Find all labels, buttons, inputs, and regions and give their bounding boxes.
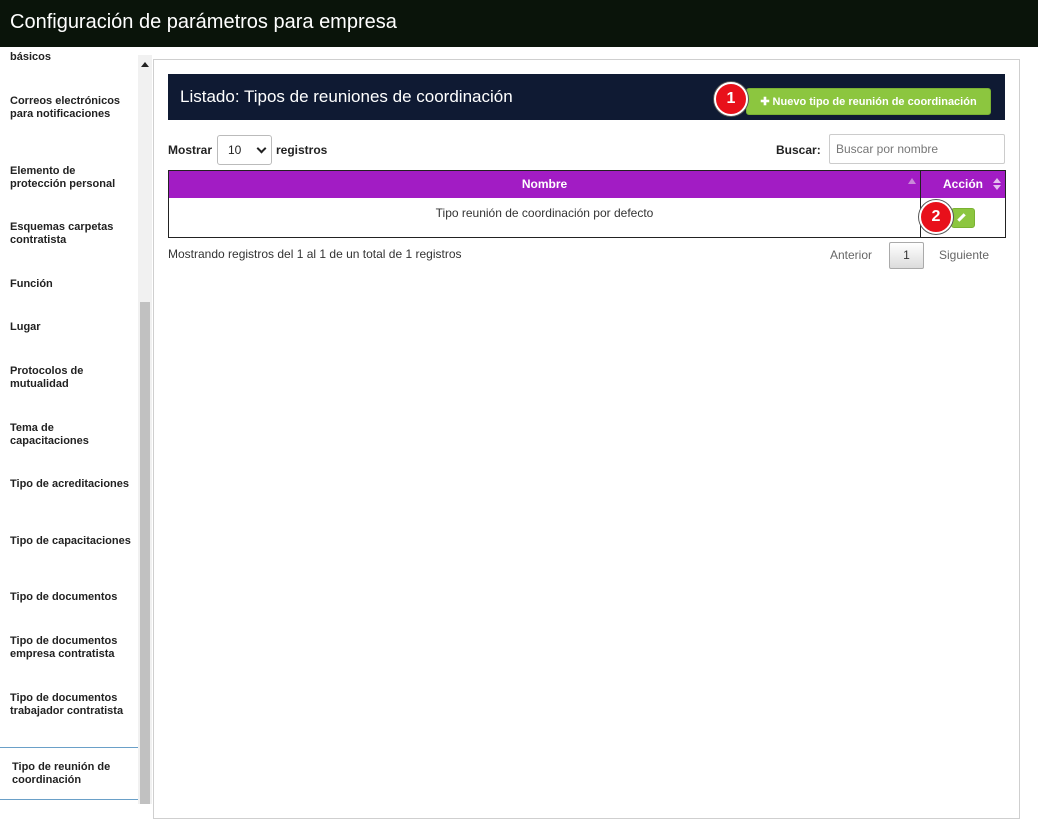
sidebar-item-tipo-reunion[interactable]: Tipo de reunión de coordinación bbox=[0, 747, 138, 800]
plus-icon: ✚ bbox=[760, 96, 770, 108]
table-row: Tipo reunión de coordinación por defecto bbox=[169, 198, 1005, 237]
page-1-button[interactable]: 1 bbox=[889, 242, 924, 269]
search-input[interactable] bbox=[829, 134, 1005, 164]
next-page-button[interactable]: Siguiente bbox=[939, 248, 989, 262]
column-header-label: Acción bbox=[943, 177, 984, 191]
sidebar-item-tipo-capacitaciones[interactable]: Tipo de capacitaciones bbox=[10, 535, 132, 548]
window-title: Configuración de parámetros para empresa bbox=[10, 11, 397, 33]
sidebar-item-esquemas[interactable]: Esquemas carpetas contratista bbox=[10, 221, 132, 247]
annotation-badge-1: 1 bbox=[714, 82, 748, 116]
pagination-info: Mostrando registros del 1 al 1 de un tot… bbox=[168, 247, 462, 261]
sort-asc-icon bbox=[908, 178, 916, 184]
sidebar-item-tipo-acreditaciones[interactable]: Tipo de acreditaciones bbox=[10, 478, 132, 491]
search-label: Buscar: bbox=[776, 143, 821, 157]
edit-button[interactable] bbox=[951, 208, 975, 228]
sidebar-item-epp[interactable]: Elemento de protección personal bbox=[10, 165, 132, 191]
sidebar-item-basicos[interactable]: básicos bbox=[10, 51, 132, 64]
pencil-icon bbox=[957, 213, 966, 222]
page-size-value: 10 bbox=[228, 143, 242, 157]
sidebar-scrollbar[interactable] bbox=[138, 55, 152, 804]
data-table: Nombre Acción Tipo reunión de coordinaci… bbox=[168, 170, 1006, 238]
column-header-accion[interactable]: Acción bbox=[922, 171, 1005, 198]
records-label: registros bbox=[276, 143, 328, 157]
sidebar-item-docs-empresa[interactable]: Tipo de documentos empresa contratista bbox=[10, 635, 132, 661]
sidebar-item-correos[interactable]: Correos electrónicos para notificaciones bbox=[10, 95, 132, 121]
page-title: Listado: Tipos de reuniones de coordinac… bbox=[180, 87, 513, 106]
annotation-badge-2: 2 bbox=[919, 200, 953, 234]
sidebar-item-docs-trabajador[interactable]: Tipo de documentos trabajador contratist… bbox=[10, 692, 132, 718]
table-header-row: Nombre Acción bbox=[169, 171, 1005, 198]
cell-nombre: Tipo reunión de coordinación por defecto bbox=[169, 198, 921, 237]
previous-page-button[interactable]: Anterior bbox=[830, 248, 872, 262]
sidebar-item-funcion[interactable]: Función bbox=[10, 278, 132, 291]
column-header-label: Nombre bbox=[521, 177, 568, 191]
top-bar: Configuración de parámetros para empresa bbox=[0, 0, 1038, 47]
sidebar-item-lugar[interactable]: Lugar bbox=[10, 321, 132, 334]
sidebar-item-tipo-documentos[interactable]: Tipo de documentos bbox=[10, 591, 132, 604]
column-header-nombre[interactable]: Nombre bbox=[169, 171, 921, 198]
sidebar: básicos Correos electrónicos para notifi… bbox=[0, 47, 138, 804]
scroll-thumb[interactable] bbox=[140, 302, 150, 804]
sidebar-item-protocolos[interactable]: Protocolos de mutualidad bbox=[10, 365, 132, 391]
scroll-up-icon[interactable] bbox=[141, 62, 149, 67]
sidebar-item-tema-capacitaciones[interactable]: Tema de capacitaciones bbox=[10, 422, 132, 448]
new-meeting-type-button[interactable]: ✚ Nuevo tipo de reunión de coordinación bbox=[746, 88, 991, 115]
new-button-label: Nuevo tipo de reunión de coordinación bbox=[772, 96, 977, 108]
sort-icon bbox=[993, 178, 1001, 190]
sidebar-item-label: Tipo de reunión de coordinación bbox=[12, 761, 111, 786]
show-label: Mostrar bbox=[168, 143, 213, 157]
page-size-select[interactable]: 10 bbox=[217, 135, 272, 165]
chevron-down-icon bbox=[256, 143, 267, 154]
